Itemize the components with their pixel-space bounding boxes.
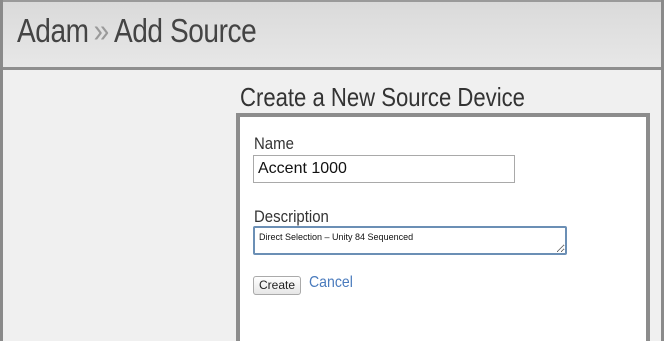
name-label: Name	[254, 134, 294, 153]
title-bar: Adam» Add Source	[3, 0, 661, 70]
breadcrumb: Adam» Add Source	[17, 12, 257, 50]
form-heading: Create a New Source Device	[240, 82, 525, 112]
name-input[interactable]	[253, 155, 515, 183]
description-textarea[interactable]: Direct Selection – Unity 84 Sequenced	[253, 226, 567, 255]
description-label: Description	[254, 207, 329, 226]
breadcrumb-parent-link[interactable]: Adam	[17, 12, 89, 49]
breadcrumb-current: Add Source	[113, 12, 257, 49]
breadcrumb-separator: »	[93, 12, 110, 49]
cancel-link[interactable]: Cancel	[309, 274, 353, 292]
create-button[interactable]: Create	[253, 276, 302, 295]
